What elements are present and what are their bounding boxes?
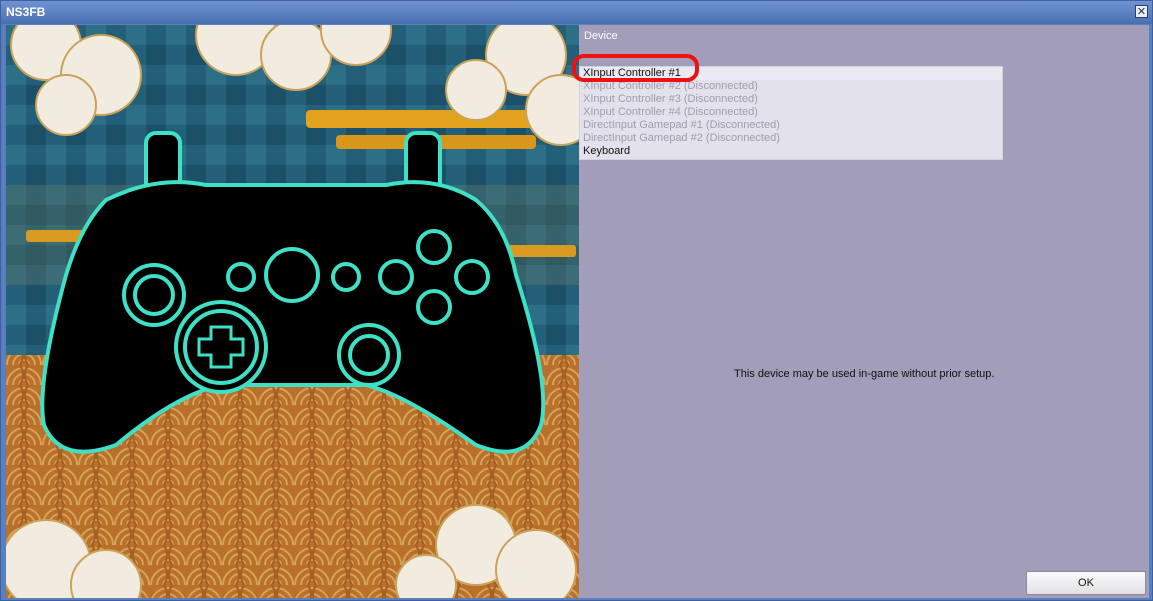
app-window: NS3FB ✕ Device XInput Controller #1 XInp… xyxy=(0,0,1153,601)
device-label: Device xyxy=(584,30,618,42)
device-list[interactable]: XInput Controller #1 XInput Controller #… xyxy=(579,66,1003,160)
device-item[interactable]: XInput Controller #4 (Disconnected) xyxy=(580,106,1002,119)
device-item[interactable]: XInput Controller #1 xyxy=(580,67,1002,80)
window-title: NS3FB xyxy=(6,5,46,19)
device-item[interactable]: DirectInput Gamepad #2 (Disconnected) xyxy=(580,132,1002,145)
device-info-text: This device may be used in-game without … xyxy=(734,368,995,380)
ok-button[interactable]: OK xyxy=(1026,571,1146,595)
title-bar[interactable]: NS3FB ✕ xyxy=(1,1,1152,24)
device-item[interactable]: XInput Controller #2 (Disconnected) xyxy=(580,80,1002,93)
gamepad-illustration xyxy=(6,25,579,598)
device-item[interactable]: DirectInput Gamepad #1 (Disconnected) xyxy=(580,119,1002,132)
gamepad-art-icon xyxy=(6,25,579,598)
close-icon[interactable]: ✕ xyxy=(1135,5,1148,18)
device-item[interactable]: Keyboard xyxy=(580,145,1002,158)
device-panel: Device XInput Controller #1 XInput Contr… xyxy=(572,25,1149,598)
device-item[interactable]: XInput Controller #3 (Disconnected) xyxy=(580,93,1002,106)
